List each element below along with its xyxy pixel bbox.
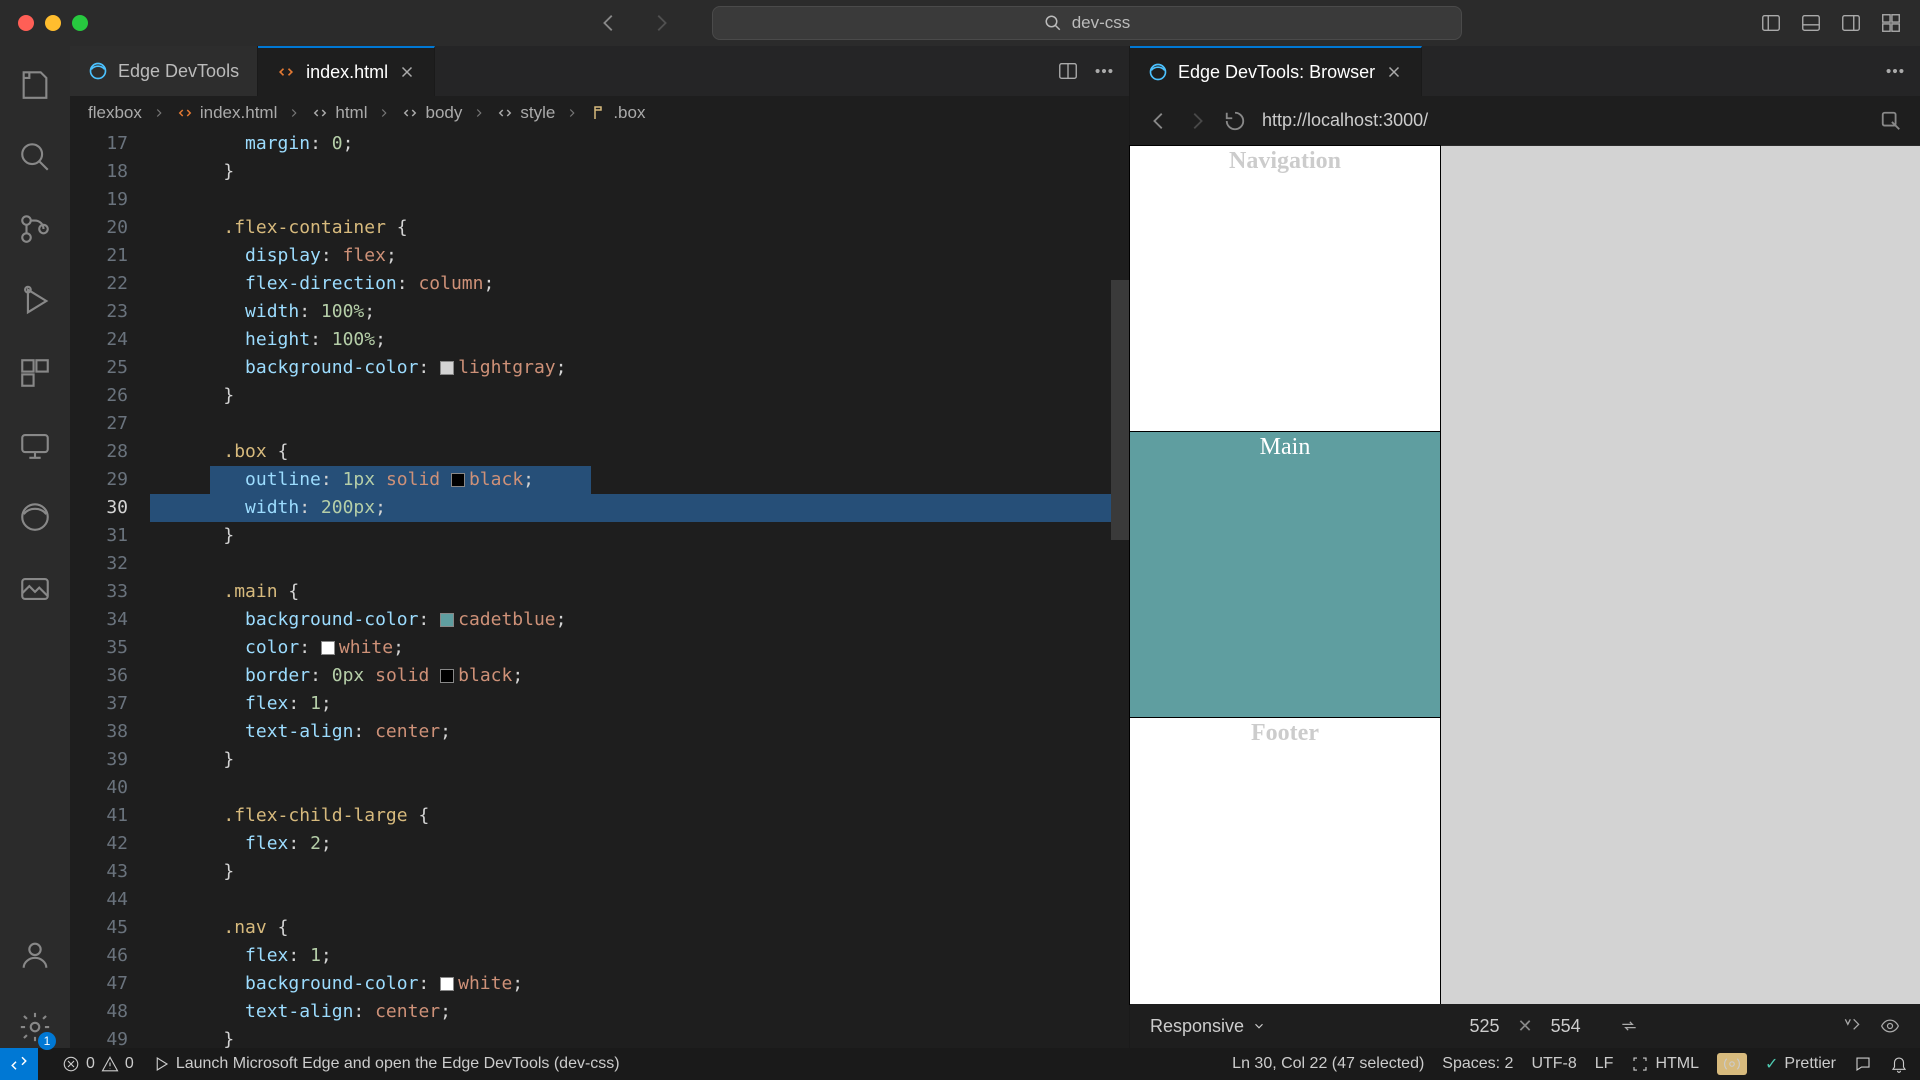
edge-devtools-icon[interactable] bbox=[0, 496, 70, 538]
preview-footer: Footer bbox=[1130, 718, 1440, 1004]
viewport-height[interactable]: 554 bbox=[1551, 1016, 1581, 1037]
screenshot-icon[interactable] bbox=[1842, 1016, 1862, 1036]
edge-icon bbox=[88, 61, 108, 81]
maximize-window[interactable] bbox=[72, 15, 88, 31]
settings-badge: 1 bbox=[38, 1032, 56, 1050]
panel-right-icon[interactable] bbox=[1840, 12, 1862, 34]
tab-edge-browser[interactable]: Edge DevTools: Browser bbox=[1130, 46, 1422, 96]
command-center[interactable]: dev-css bbox=[712, 6, 1462, 40]
broadcast-icon bbox=[1723, 1055, 1741, 1073]
remote-icon[interactable] bbox=[0, 424, 70, 466]
language-mode[interactable]: HTML bbox=[1631, 1055, 1699, 1073]
preview-nav: Navigation bbox=[1130, 146, 1440, 432]
activity-bar: 1 bbox=[0, 46, 70, 1048]
prettier-status[interactable]: ✓ Prettier bbox=[1765, 1054, 1836, 1074]
minimize-window[interactable] bbox=[45, 15, 61, 31]
layout-icon[interactable] bbox=[1880, 12, 1902, 34]
code-content[interactable]: margin: 0; } .flex-container { display: … bbox=[150, 130, 1111, 1048]
scm-icon[interactable] bbox=[0, 208, 70, 250]
viewport-width[interactable]: 525 bbox=[1469, 1016, 1499, 1037]
warning-icon bbox=[101, 1055, 119, 1073]
chevron-down-icon bbox=[1252, 1019, 1266, 1033]
split-editor-icon[interactable] bbox=[1057, 60, 1079, 82]
line-gutter: 1718192021222324252627282930313233343536… bbox=[70, 130, 150, 1048]
chevron-right-icon bbox=[152, 106, 166, 120]
inspect-icon[interactable] bbox=[1880, 110, 1902, 132]
problems-button[interactable]: 0 0 bbox=[62, 1055, 134, 1073]
eol[interactable]: LF bbox=[1595, 1055, 1614, 1073]
extensions-icon[interactable] bbox=[0, 352, 70, 394]
crumb-style: style bbox=[496, 103, 555, 123]
launch-task[interactable]: Launch Microsoft Edge and open the Edge … bbox=[152, 1055, 620, 1073]
editor-pane-left: Edge DevTools index.html flexbox bbox=[70, 46, 1130, 1048]
device-toolbar: Responsive 525 ✕ 554 bbox=[1130, 1004, 1920, 1048]
browser-toolbar: http://localhost:3000/ bbox=[1130, 96, 1920, 146]
editor-pane-right: Edge DevTools: Browser http://localhost:… bbox=[1130, 46, 1920, 1048]
edge-icon bbox=[1148, 62, 1168, 82]
panel-left-icon[interactable] bbox=[1760, 12, 1782, 34]
debug-start-icon bbox=[152, 1055, 170, 1073]
nav-forward-icon[interactable] bbox=[650, 12, 672, 34]
tab-edge-devtools[interactable]: Edge DevTools bbox=[70, 46, 258, 96]
code-icon bbox=[1631, 1055, 1649, 1073]
reload-icon[interactable] bbox=[1224, 110, 1246, 132]
more-icon[interactable] bbox=[1884, 60, 1906, 82]
more-icon[interactable] bbox=[1093, 60, 1115, 82]
emulate-vision-icon[interactable] bbox=[1880, 1016, 1900, 1036]
breadcrumbs[interactable]: flexbox index.html html body style .box bbox=[70, 96, 1129, 130]
title-bar: dev-css bbox=[0, 0, 1920, 46]
preview-main: Main bbox=[1130, 432, 1440, 718]
minimap[interactable] bbox=[1111, 130, 1129, 1048]
chevron-right-icon bbox=[565, 106, 579, 120]
remote-button[interactable] bbox=[0, 1048, 38, 1080]
go-live[interactable] bbox=[1717, 1053, 1747, 1075]
remote-icon bbox=[10, 1055, 28, 1073]
chevron-right-icon bbox=[472, 106, 486, 120]
html-file-icon bbox=[276, 62, 296, 82]
close-window[interactable] bbox=[18, 15, 34, 31]
chevron-right-icon bbox=[287, 106, 301, 120]
check-icon: ✓ bbox=[1765, 1054, 1778, 1074]
error-icon bbox=[62, 1055, 80, 1073]
image-activity-icon[interactable] bbox=[0, 568, 70, 610]
encoding[interactable]: UTF-8 bbox=[1531, 1055, 1576, 1073]
search-text: dev-css bbox=[1072, 13, 1131, 33]
tab-label: Edge DevTools bbox=[118, 61, 239, 82]
bell-icon[interactable] bbox=[1890, 1055, 1908, 1073]
dimension-separator: ✕ bbox=[1517, 1016, 1532, 1037]
indent-setting[interactable]: Spaces: 2 bbox=[1442, 1055, 1513, 1073]
feedback-icon[interactable] bbox=[1854, 1055, 1872, 1073]
tabs-right: Edge DevTools: Browser bbox=[1130, 46, 1920, 96]
debug-icon[interactable] bbox=[0, 280, 70, 322]
rotate-icon[interactable] bbox=[1619, 1016, 1639, 1036]
responsive-mode[interactable]: Responsive bbox=[1150, 1016, 1266, 1037]
explorer-icon[interactable] bbox=[0, 64, 70, 106]
close-icon[interactable] bbox=[398, 63, 416, 81]
search-activity-icon[interactable] bbox=[0, 136, 70, 178]
search-icon bbox=[1044, 14, 1062, 32]
crumb-box: .box bbox=[589, 103, 645, 123]
tab-label: index.html bbox=[306, 62, 388, 83]
crumb-file: index.html bbox=[176, 103, 277, 123]
chevron-right-icon bbox=[377, 106, 391, 120]
window-controls bbox=[18, 15, 88, 31]
close-icon[interactable] bbox=[1385, 63, 1403, 81]
browser-preview[interactable]: Navigation Main Footer bbox=[1130, 146, 1920, 1004]
settings-icon[interactable]: 1 bbox=[0, 1006, 70, 1048]
crumb-body: body bbox=[401, 103, 462, 123]
accounts-icon[interactable] bbox=[0, 934, 70, 976]
crumb-html: html bbox=[311, 103, 367, 123]
browser-back-icon[interactable] bbox=[1148, 110, 1170, 132]
nav-back-icon[interactable] bbox=[598, 12, 620, 34]
code-editor[interactable]: 1718192021222324252627282930313233343536… bbox=[70, 130, 1129, 1048]
status-bar: 0 0 Launch Microsoft Edge and open the E… bbox=[0, 1048, 1920, 1080]
panel-bottom-icon[interactable] bbox=[1800, 12, 1822, 34]
tabs-left: Edge DevTools index.html bbox=[70, 46, 1129, 96]
cursor-position[interactable]: Ln 30, Col 22 (47 selected) bbox=[1232, 1055, 1424, 1073]
tab-index-html[interactable]: index.html bbox=[258, 46, 435, 96]
browser-forward-icon[interactable] bbox=[1186, 110, 1208, 132]
tab-label: Edge DevTools: Browser bbox=[1178, 62, 1375, 83]
url-field[interactable]: http://localhost:3000/ bbox=[1262, 110, 1864, 131]
crumb-folder: flexbox bbox=[88, 103, 142, 123]
